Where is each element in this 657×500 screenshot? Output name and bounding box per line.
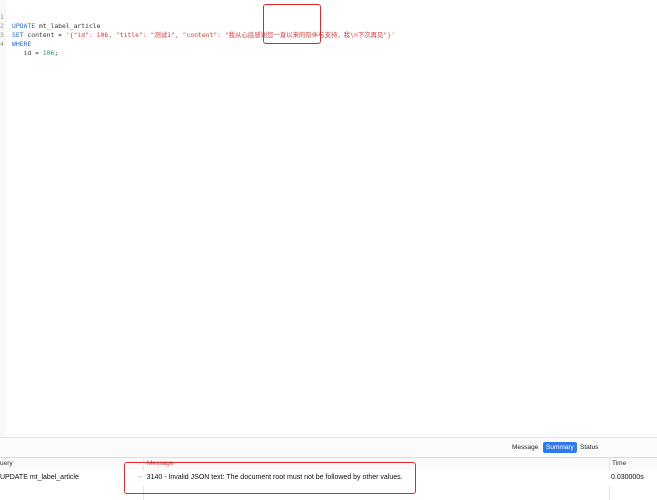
column-header-query[interactable]: uery	[0, 459, 13, 468]
code-line-1: 1 UPDATE mt_label_article	[0, 4, 101, 30]
sql-text: ;	[54, 49, 59, 57]
code-line-3: 3 WHERE	[0, 22, 31, 48]
tab-message[interactable]: Message	[509, 442, 541, 453]
annotation-box-error	[124, 462, 416, 494]
sql-keyword: UPDATE	[12, 22, 36, 30]
sql-string-literal: '{"id": 106, "title": "测试1", "content": …	[65, 31, 395, 39]
line-number: 4	[0, 40, 4, 48]
sql-number-literal: 106	[42, 49, 55, 57]
code-line-4: 4 id = 106;	[0, 31, 58, 57]
tab-summary[interactable]: Summary	[543, 442, 577, 453]
cell-time: 0.030000s	[611, 474, 644, 481]
sql-text: mt_label_article	[35, 22, 101, 30]
sql-text: content =	[23, 31, 66, 39]
code-line-2: 2 SET content = '{"id": 106, "title": "测…	[0, 13, 395, 39]
cell-query: UPDATE mt_label_article	[0, 474, 79, 481]
annotation-box-editor	[263, 4, 321, 44]
column-header-time[interactable]: Time	[612, 459, 626, 468]
tab-status[interactable]: Status	[577, 442, 601, 453]
sql-text: id =	[12, 49, 43, 57]
sql-editor[interactable]: 1 UPDATE mt_label_article 2 SET content …	[0, 0, 657, 436]
